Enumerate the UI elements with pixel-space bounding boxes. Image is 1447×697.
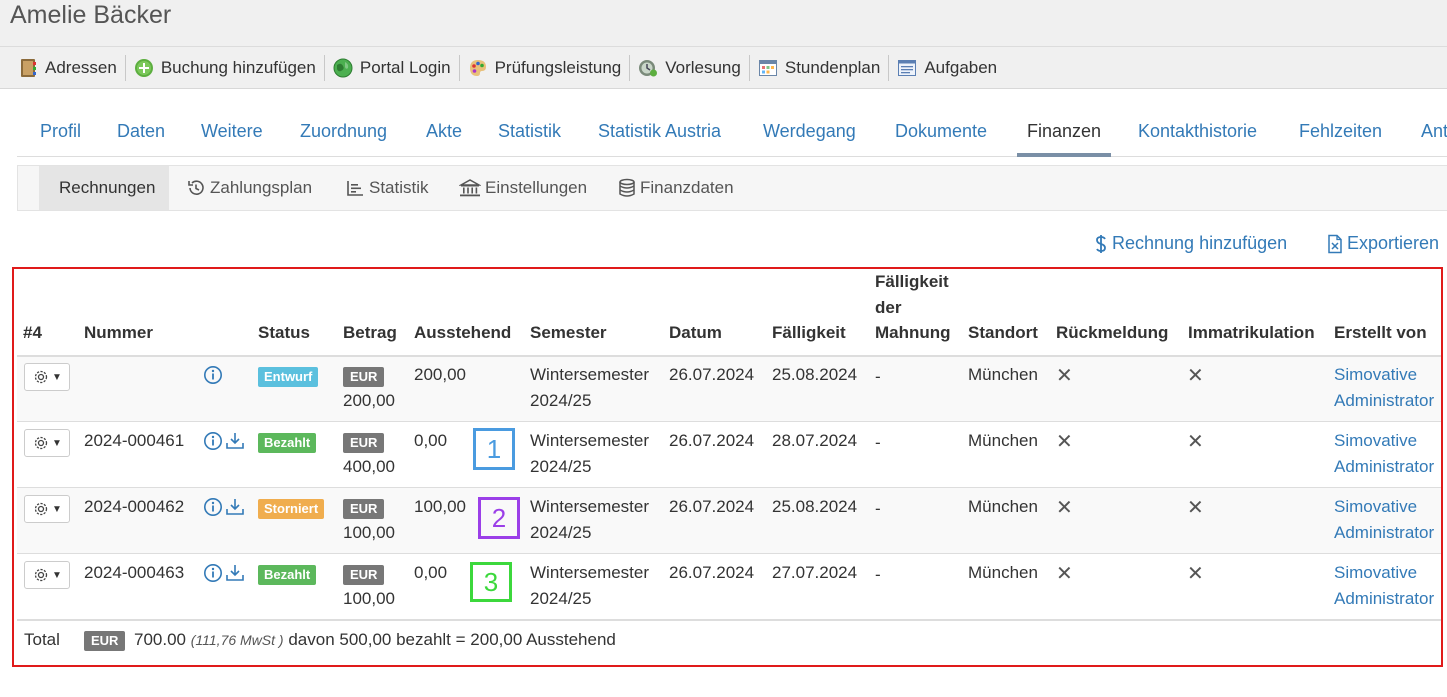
bar-chart-icon bbox=[347, 181, 363, 196]
toolbar-separator bbox=[629, 54, 631, 81]
tab-ant[interactable]: Ant bbox=[1421, 121, 1447, 142]
tab-akte[interactable]: Akte bbox=[426, 121, 462, 142]
address-book-icon bbox=[18, 58, 38, 78]
annotation-marker-2: 2 bbox=[478, 497, 520, 539]
toolbar-add-booking-button[interactable]: Buchung hinzufügen bbox=[128, 54, 322, 82]
add-invoice-button[interactable]: Rechnung hinzufügen bbox=[1094, 233, 1287, 254]
database-icon bbox=[619, 178, 635, 197]
palette-icon bbox=[468, 58, 488, 78]
tab-daten[interactable]: Daten bbox=[117, 121, 165, 142]
tab-statistik-austria[interactable]: Statistik Austria bbox=[598, 121, 721, 142]
toolbar-separator bbox=[124, 54, 126, 81]
tab-statistik[interactable]: Statistik bbox=[498, 121, 561, 142]
lecture-icon bbox=[638, 58, 658, 78]
annotation-marker-1: 1 bbox=[473, 428, 515, 470]
toolbar-exam-performance-button[interactable]: Prüfungsleistung bbox=[462, 54, 628, 82]
add-invoice-label: Rechnung hinzufügen bbox=[1112, 233, 1288, 253]
toolbar-portal-login-label: Portal Login bbox=[359, 57, 451, 77]
subtab-statistik-label: Statistik bbox=[369, 178, 429, 197]
highlight-frame bbox=[12, 267, 1443, 667]
toolbar-timetable-button[interactable]: Stundenplan bbox=[752, 54, 886, 82]
toolbar-addresses-label: Adressen bbox=[45, 57, 117, 77]
main-tab-bar: Profil Daten Weitere Zuordnung Akte Stat… bbox=[17, 113, 1447, 157]
history-icon bbox=[188, 180, 204, 195]
toolbar-tasks-label: Aufgaben bbox=[924, 57, 998, 77]
toolbar-lecture-label: Vorlesung bbox=[665, 57, 741, 77]
tab-finanzen[interactable]: Finanzen bbox=[1016, 121, 1112, 157]
toolbar-lecture-button[interactable]: Vorlesung bbox=[632, 54, 747, 82]
toolbar-separator bbox=[458, 54, 460, 81]
toolbar-portal-login-button[interactable]: Portal Login bbox=[327, 54, 457, 82]
toolbar-addresses-button[interactable]: Adressen bbox=[12, 54, 123, 82]
subtab-einstellungen-label: Einstellungen bbox=[485, 178, 588, 197]
subtab-zahlungsplan-label: Zahlungsplan bbox=[210, 178, 313, 197]
subtab-rechnungen[interactable]: Rechnungen bbox=[39, 166, 170, 210]
export-label: Exportieren bbox=[1347, 233, 1440, 253]
tab-dokumente[interactable]: Dokumente bbox=[895, 121, 987, 142]
subtab-zahlungsplan[interactable]: Zahlungsplan bbox=[186, 166, 312, 210]
subtab-rechnungen-label: Rechnungen bbox=[59, 178, 156, 197]
toolbar-separator bbox=[748, 54, 750, 81]
export-button[interactable]: Exportieren bbox=[1327, 233, 1439, 254]
tab-weitere[interactable]: Weitere bbox=[201, 121, 263, 142]
subtab-finanzdaten-label: Finanzdaten bbox=[640, 178, 734, 197]
sub-tab-bar: Rechnungen Zahlungsplan Statistik Einste… bbox=[17, 165, 1447, 211]
annotation-marker-3: 3 bbox=[470, 562, 512, 602]
bank-icon bbox=[459, 179, 481, 197]
window-title: Amelie Bäcker bbox=[10, 1, 172, 29]
dollar-icon bbox=[1096, 234, 1106, 253]
title-bar: Amelie Bäcker bbox=[0, 0, 1447, 47]
tab-kontakthistorie[interactable]: Kontakthistorie bbox=[1138, 121, 1257, 142]
toolbar-exam-performance-label: Prüfungsleistung bbox=[494, 57, 622, 77]
excel-file-icon bbox=[1328, 234, 1342, 253]
toolbar-tasks-button[interactable]: Aufgaben bbox=[891, 54, 1003, 82]
toolbar-separator bbox=[888, 54, 890, 81]
subtab-einstellungen[interactable]: Einstellungen bbox=[459, 166, 587, 210]
add-circle-icon bbox=[134, 58, 154, 78]
toolbar-timetable-label: Stundenplan bbox=[784, 57, 881, 77]
globe-icon bbox=[333, 58, 353, 78]
subtab-statistik[interactable]: Statistik bbox=[345, 166, 429, 210]
calendar-icon bbox=[758, 58, 778, 78]
toolbar-separator bbox=[323, 54, 325, 81]
subtab-finanzdaten[interactable]: Finanzdaten bbox=[618, 166, 734, 210]
toolbar-add-booking-label: Buchung hinzufügen bbox=[160, 57, 316, 77]
tab-fehlzeiten[interactable]: Fehlzeiten bbox=[1299, 121, 1382, 142]
task-list-icon bbox=[897, 58, 917, 78]
tab-zuordnung[interactable]: Zuordnung bbox=[300, 121, 387, 142]
toolbar: Adressen Buchung hinzufügen Portal Login… bbox=[0, 47, 1447, 89]
tab-werdegang[interactable]: Werdegang bbox=[763, 121, 856, 142]
tab-profil[interactable]: Profil bbox=[40, 121, 81, 142]
